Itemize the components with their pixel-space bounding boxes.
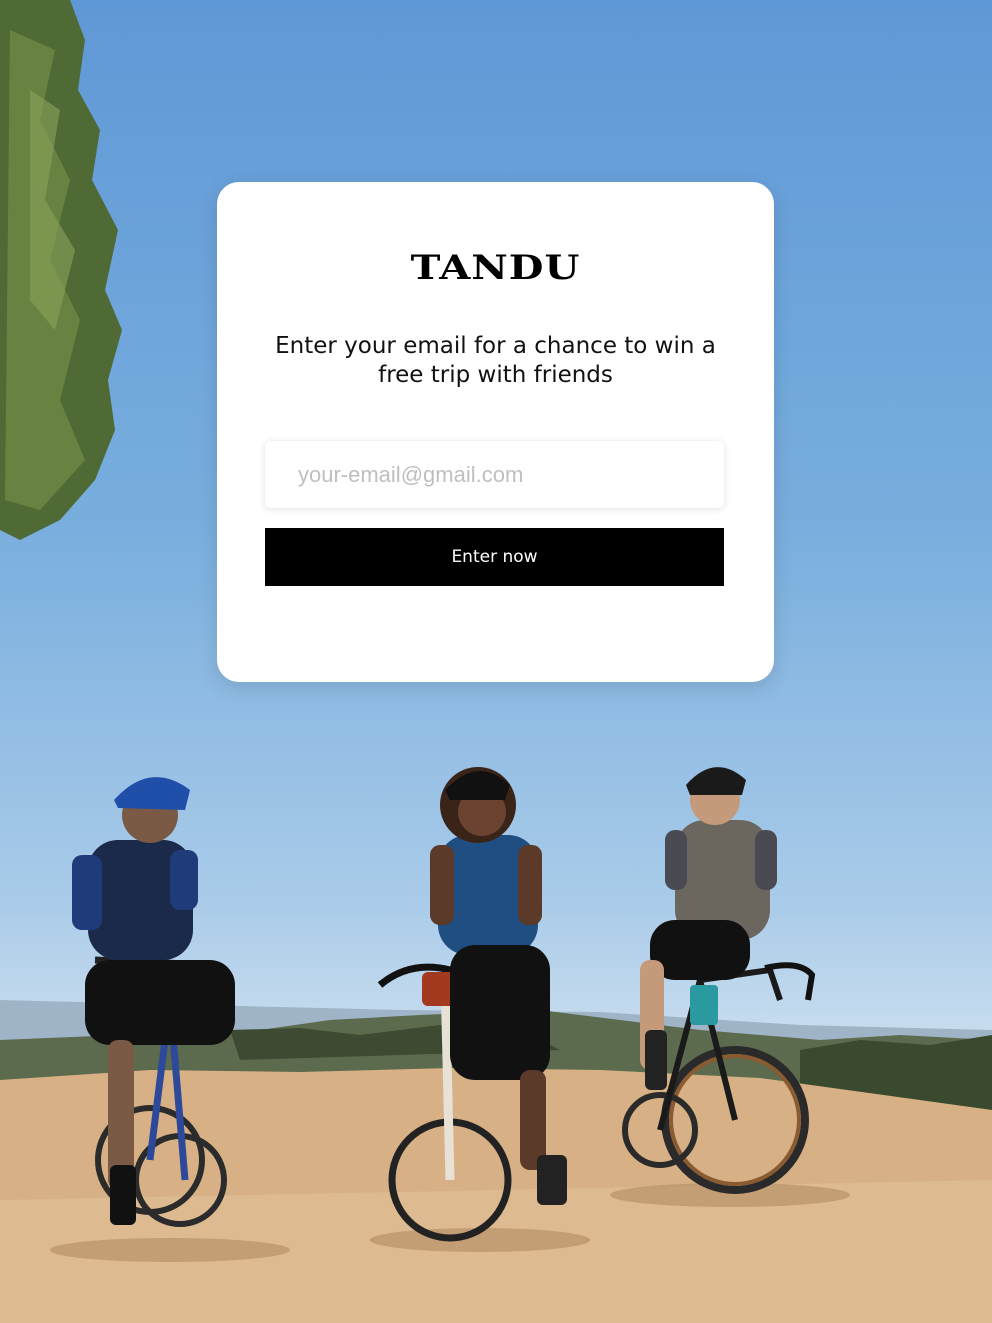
signup-card: TANDU Enter your email for a chance to w… xyxy=(217,182,774,682)
tree-foliage xyxy=(0,0,122,540)
signup-headline: Enter your email for a chance to win a f… xyxy=(275,333,716,388)
brand-logo: TANDU xyxy=(410,247,581,288)
signup-page: TANDU Enter your email for a chance to w… xyxy=(0,0,992,1323)
email-input[interactable] xyxy=(265,441,724,508)
enter-now-button[interactable]: Enter now xyxy=(265,528,724,586)
